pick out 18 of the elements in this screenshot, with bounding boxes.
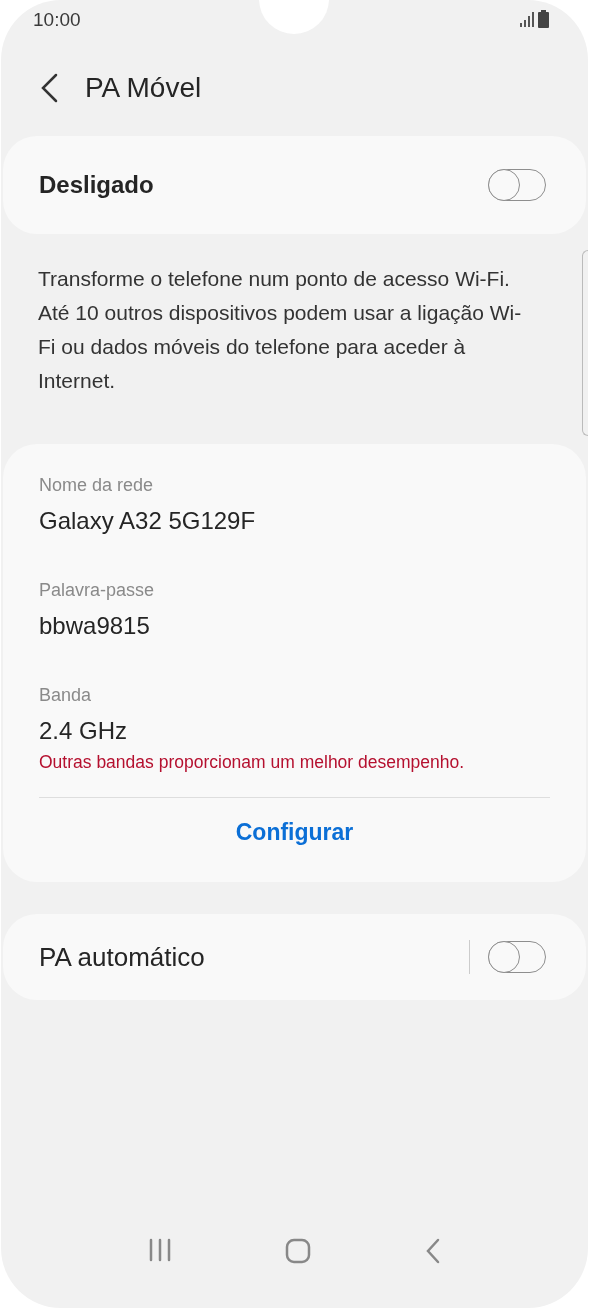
field-label: Palavra-passe <box>39 579 156 602</box>
status-time: 10:00 <box>33 8 81 32</box>
setting-label: PA automático <box>39 940 205 974</box>
field-label: Nome da rede <box>39 474 155 497</box>
field-value: bbwa9815 <box>39 611 151 641</box>
signal-battery-icon <box>520 10 550 28</box>
field-value: Galaxy A32 5G129F <box>39 506 257 536</box>
field-label: Banda <box>39 684 93 707</box>
description-text: Transforme o telefone num ponto de acesso Wi-Fi. Até 10 outros dispositivos podem usar a ligação Wi-Fi ou dados móveis do telefone para aceder à Internet. <box>38 266 523 394</box>
back-button[interactable] <box>39 73 59 103</box>
warning-text: Outras bandas proporcionam um melhor desempenho. <box>39 751 466 774</box>
back-icon[interactable] <box>425 1238 442 1264</box>
recent-apps-icon[interactable] <box>147 1238 172 1262</box>
switch-label: Desligado <box>39 170 154 200</box>
home-icon[interactable] <box>285 1238 312 1264</box>
field-value: 2.4 GHz <box>39 716 129 746</box>
page-title: PA Móvel <box>85 71 202 105</box>
configure-button[interactable]: Configurar <box>229 814 360 851</box>
